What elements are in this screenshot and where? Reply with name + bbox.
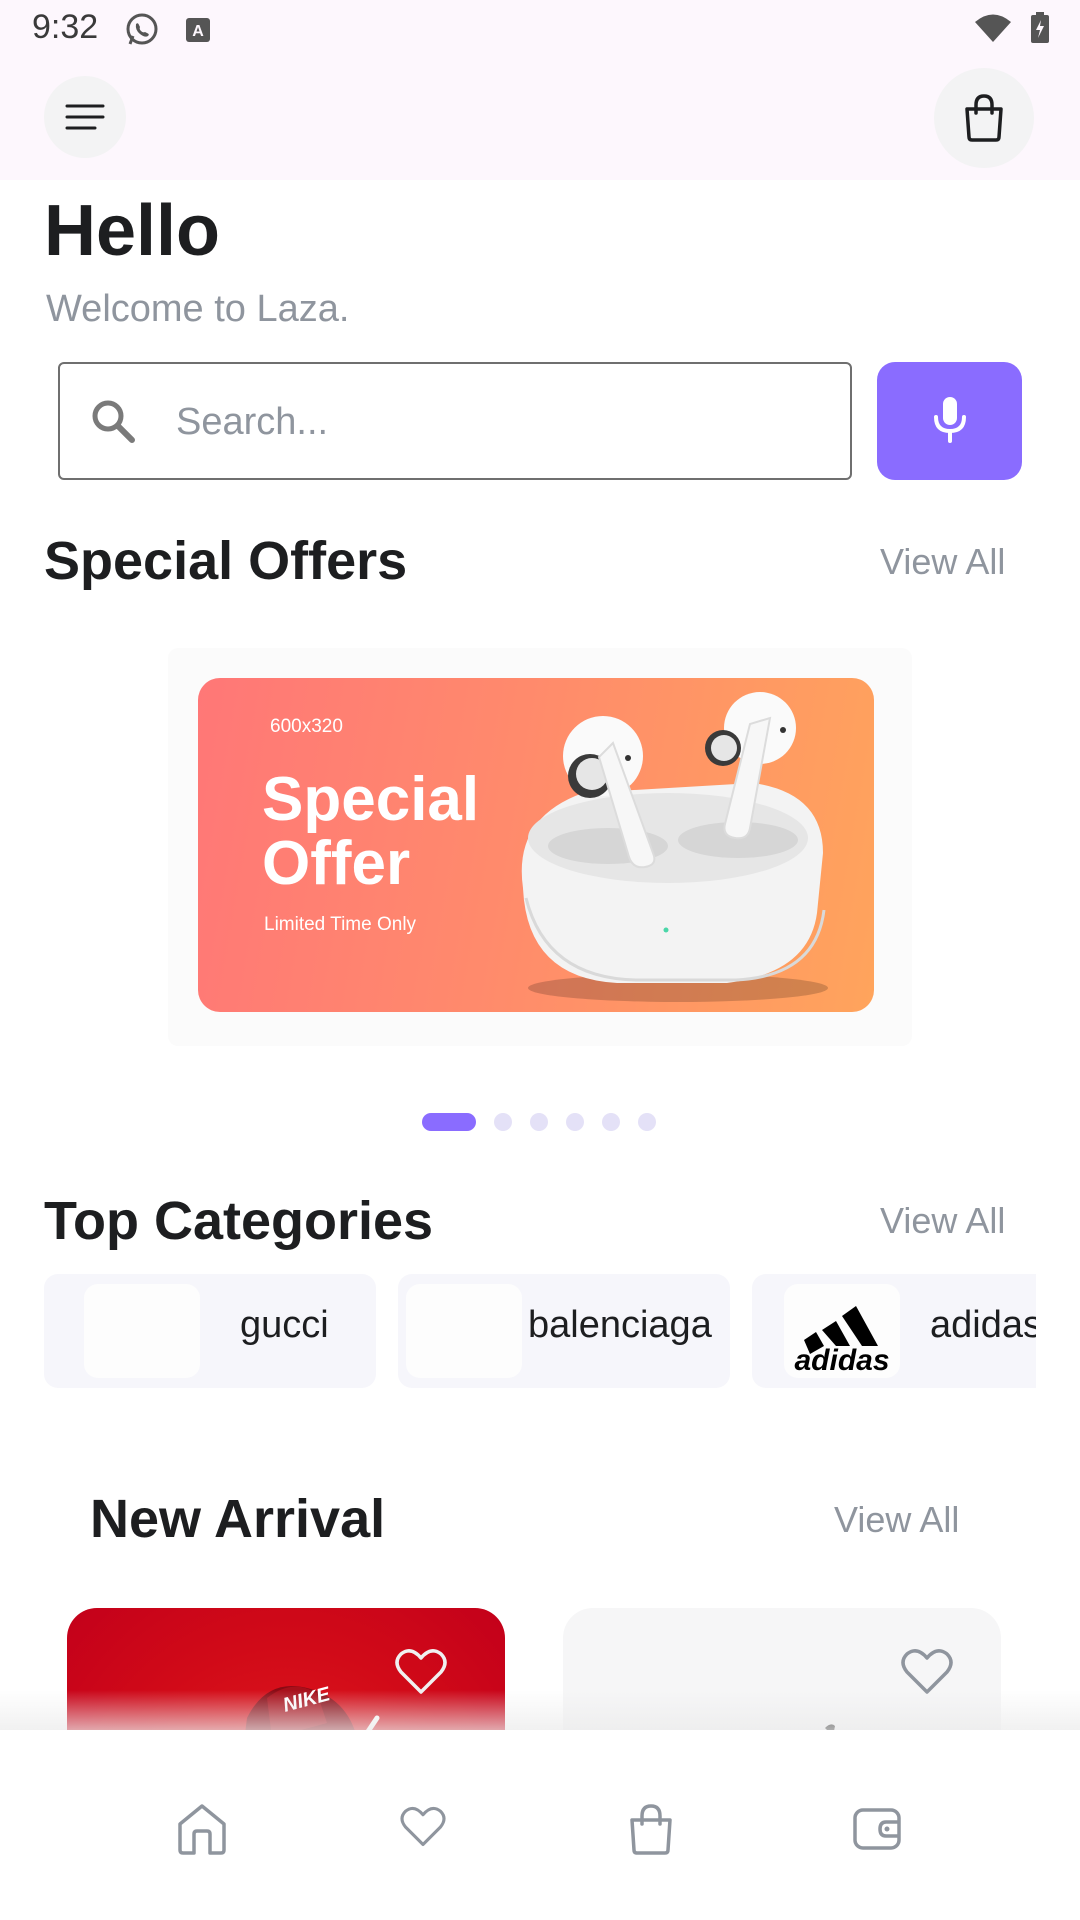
nav-cart[interactable]: [626, 1802, 676, 1861]
carousel-dot[interactable]: [602, 1113, 620, 1131]
heart-icon: [400, 1806, 446, 1847]
category-logo: [84, 1284, 200, 1378]
special-offers-view-all[interactable]: View All: [880, 541, 1005, 583]
carousel-dot[interactable]: [566, 1113, 584, 1131]
heart-icon: [901, 1649, 953, 1694]
shopping-bag-icon: [965, 94, 1003, 142]
app-header: [0, 60, 1080, 180]
keyboard-a-icon: A: [186, 18, 210, 42]
bag-icon: [630, 1804, 672, 1855]
nav-wallet[interactable]: [852, 1804, 904, 1857]
category-name: adidas: [930, 1304, 1036, 1346]
greeting-title: Hello: [44, 191, 221, 271]
category-card-adidas[interactable]: adidas adidas: [752, 1274, 1036, 1388]
banner-title: Special Offer: [262, 765, 480, 898]
nav-home[interactable]: [176, 1802, 228, 1861]
carousel-indicator: [422, 1113, 656, 1131]
heart-icon: [395, 1649, 447, 1694]
status-icons-right: [974, 12, 1050, 44]
carousel-dot[interactable]: [494, 1113, 512, 1131]
special-offers-title: Special Offers: [44, 531, 408, 591]
category-card-balenciaga[interactable]: balenciaga: [398, 1274, 730, 1388]
carousel-dot-active[interactable]: [422, 1113, 476, 1131]
category-logo: adidas: [784, 1284, 900, 1378]
bottom-nav-shadow: [0, 1690, 1080, 1730]
category-name: gucci: [240, 1304, 329, 1346]
top-categories-title: Top Categories: [44, 1191, 434, 1251]
status-bar: 9:32 A: [0, 0, 1080, 60]
carousel-dot[interactable]: [530, 1113, 548, 1131]
menu-icon: [65, 104, 105, 130]
svg-text:A: A: [192, 23, 204, 40]
status-icons-left: A: [124, 12, 212, 48]
cart-button[interactable]: [934, 68, 1034, 168]
new-arrival-title: New Arrival: [90, 1489, 386, 1549]
search-icon: [92, 400, 135, 443]
search-input[interactable]: [176, 392, 816, 452]
search-box[interactable]: [58, 362, 852, 480]
bottom-navigation: [0, 1730, 1080, 1920]
wifi-icon: [975, 14, 1011, 42]
carousel-dot[interactable]: [638, 1113, 656, 1131]
top-categories-view-all[interactable]: View All: [880, 1200, 1005, 1242]
new-arrival-view-all[interactable]: View All: [834, 1499, 959, 1541]
battery-icon: [1031, 12, 1049, 43]
category-card-gucci[interactable]: gucci: [44, 1274, 376, 1388]
category-logo: [406, 1284, 522, 1378]
greeting-subtitle: Welcome to Laza.: [46, 288, 350, 330]
status-time: 9:32: [32, 8, 99, 46]
banner-size-label: 600x320: [270, 716, 343, 737]
microphone-icon: [933, 397, 966, 443]
adidas-logo-text: adidas: [794, 1344, 889, 1377]
banner-subtitle: Limited Time Only: [264, 914, 417, 935]
adidas-logo: adidas: [794, 1306, 890, 1377]
nav-wishlist[interactable]: [400, 1806, 446, 1853]
earbuds-image: [521, 692, 828, 1002]
category-name: balenciaga: [528, 1304, 712, 1346]
wallet-icon: [853, 1808, 901, 1850]
menu-button[interactable]: [44, 76, 126, 158]
categories-list: gucci balenciaga adidas adidas: [44, 1274, 1036, 1388]
special-offer-banner[interactable]: 600x320 Special Offer Limited Time Only: [198, 678, 874, 1012]
home-icon: [178, 1804, 226, 1855]
whatsapp-icon: [126, 13, 158, 45]
voice-search-button[interactable]: [877, 362, 1022, 480]
